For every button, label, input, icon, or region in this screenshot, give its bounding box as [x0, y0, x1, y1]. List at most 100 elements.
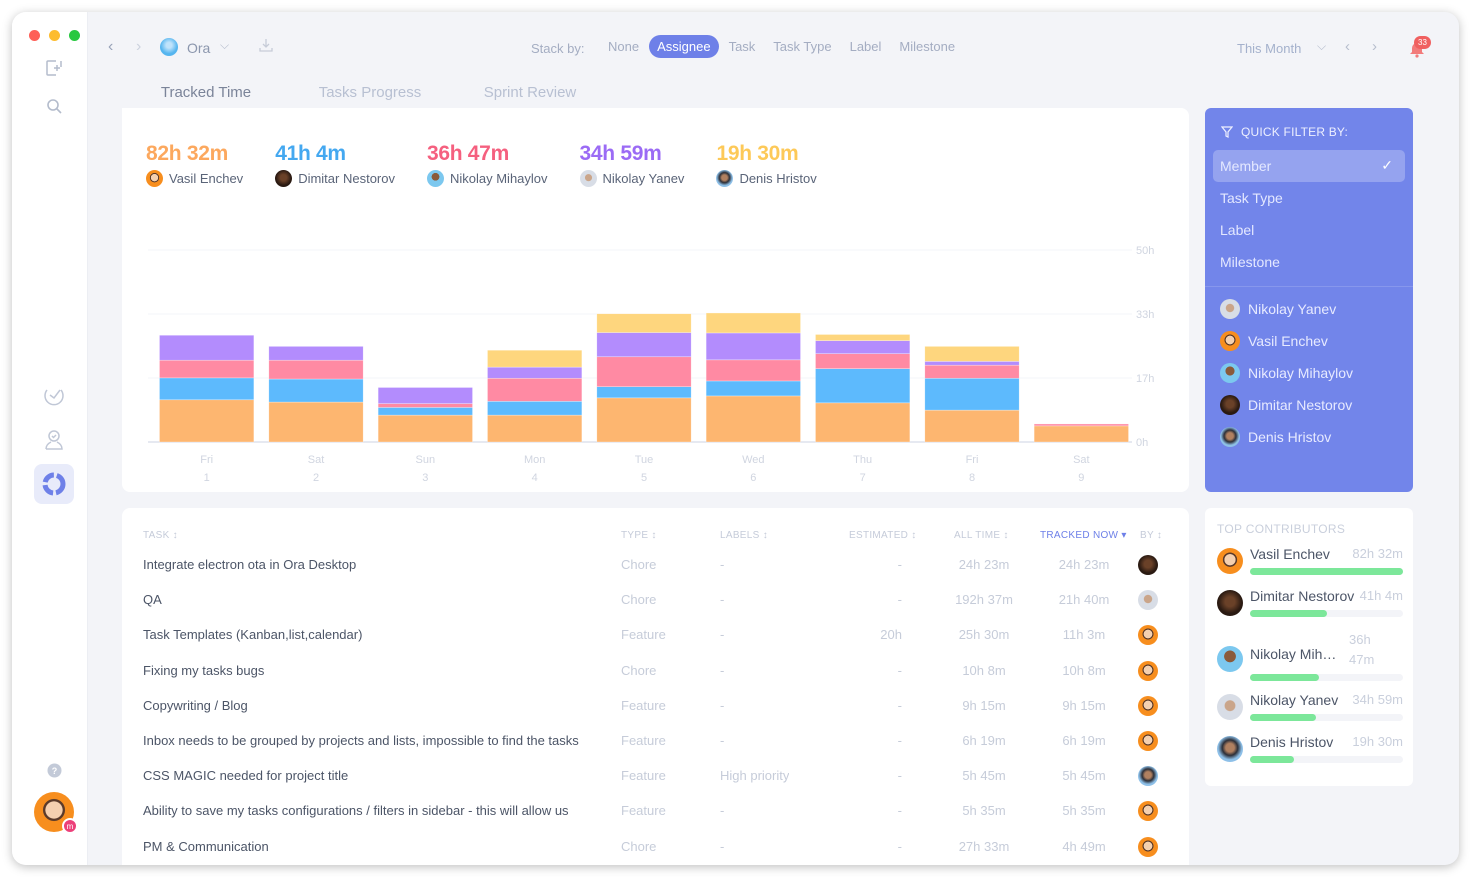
tab-tasks-progress[interactable]: Tasks Progress: [286, 72, 454, 112]
filter-option-milestone[interactable]: Milestone: [1213, 246, 1405, 278]
task-estimated: -: [897, 662, 902, 678]
avatar: [1220, 363, 1240, 383]
stack-option-label[interactable]: Label: [842, 35, 890, 58]
bar-segment: [487, 400, 583, 416]
stack-option-task[interactable]: Task: [721, 35, 764, 58]
bar-segment: [815, 402, 911, 443]
assignee-avatar[interactable]: [1138, 836, 1158, 857]
stack-by-options: None Assignee Task Task Type Label Miles…: [600, 35, 963, 58]
filter-option-task-type[interactable]: Task Type: [1213, 182, 1405, 214]
user-avatar[interactable]: m: [34, 792, 78, 834]
bar-segment: [705, 332, 801, 361]
reports-icon[interactable]: [34, 464, 74, 504]
close-window-button[interactable]: [29, 30, 40, 41]
x-tick-date: 6: [750, 472, 756, 484]
task-labels: -: [720, 627, 725, 643]
next-period-button[interactable]: ›: [1372, 38, 1377, 55]
task-type: Feature: [621, 768, 666, 784]
contributor-item[interactable]: Denis Hristov 19h 30m: [1217, 734, 1403, 766]
filter-option-member[interactable]: Member ✓: [1213, 150, 1405, 182]
table-row[interactable]: Copywriting / Blog Feature - - 9h 15m 9h 15m: [122, 688, 1189, 723]
table-row[interactable]: Integrate electron ota in Ora Desktop Cho…: [122, 547, 1189, 582]
contributor-name: Denis Hristov: [1250, 734, 1334, 750]
avatar: [1217, 736, 1243, 762]
member-name: Vasil Enchev: [1248, 333, 1328, 349]
column-header-labels[interactable]: LABELS ↕: [720, 530, 768, 541]
column-header-task[interactable]: TASK ↕: [143, 530, 178, 541]
stack-option-milestone[interactable]: Milestone: [891, 35, 963, 58]
back-button[interactable]: ‹: [108, 38, 113, 56]
member-vasil-enchev[interactable]: Vasil Enchev: [1220, 330, 1328, 352]
stack-option-assignee[interactable]: Assignee: [649, 35, 719, 58]
column-header-by[interactable]: BY ↕: [1140, 530, 1162, 541]
chevron-down-icon[interactable]: ⌵: [1317, 39, 1326, 54]
assignee-avatar[interactable]: [1138, 731, 1158, 751]
column-header-type[interactable]: TYPE ↕: [621, 530, 657, 541]
download-icon[interactable]: [259, 38, 273, 55]
contributor-item[interactable]: Nikolay Yanev 34h 59m: [1217, 692, 1403, 724]
period-select[interactable]: This Month: [1237, 41, 1301, 56]
table-row[interactable]: Ability to save my tasks configurations …: [122, 793, 1189, 828]
search-icon[interactable]: [34, 86, 74, 126]
task-labels: -: [720, 557, 725, 572]
table-row[interactable]: Fixing my tasks bugs Chore - - 10h 8m 10h 8m: [122, 653, 1189, 688]
bar-segment: [596, 386, 692, 399]
table-row[interactable]: PM & Communication Chore - - 27h 33m 4h 49m: [122, 829, 1189, 864]
contributor-item[interactable]: Vasil Enchev 82h 32m: [1217, 546, 1403, 578]
assignee-avatar[interactable]: [1138, 590, 1158, 611]
column-header-estimated[interactable]: ESTIMATED ↕: [849, 530, 917, 541]
assignee-avatar[interactable]: [1138, 555, 1158, 575]
filter-option-label[interactable]: Label: [1213, 214, 1405, 246]
avatar: [1220, 331, 1240, 351]
assignee-avatar[interactable]: [1138, 625, 1158, 646]
task-tracked-now: 24h 23m: [1058, 557, 1110, 572]
column-header-all-time[interactable]: ALL TIME ↕: [954, 530, 1009, 541]
bar-segment: [705, 380, 801, 397]
assignee-avatar[interactable]: [1138, 766, 1158, 787]
tasks-icon[interactable]: [34, 376, 74, 416]
column-header-tracked-now[interactable]: TRACKED NOW ▾: [1040, 530, 1127, 541]
task-estimated: -: [897, 768, 902, 784]
assignee-avatar[interactable]: [1138, 801, 1158, 822]
tab-tracked-time[interactable]: Tracked Time: [122, 72, 290, 112]
stack-option-task-type[interactable]: Task Type: [765, 35, 839, 58]
forward-button[interactable]: ›: [136, 38, 141, 56]
table-row[interactable]: Task Templates (Kanban,list,calendar) Fea…: [122, 617, 1189, 652]
task-type: Chore: [621, 662, 657, 678]
member-denis-hristov[interactable]: Denis Hristov: [1220, 426, 1331, 448]
maximize-window-button[interactable]: [69, 30, 80, 41]
new-task-icon[interactable]: [34, 48, 74, 88]
task-type: Feature: [621, 733, 666, 748]
bar-segment: [159, 334, 255, 361]
table-row[interactable]: CSS MAGIC needed for project title Featur…: [122, 758, 1189, 793]
task-name: Copywriting / Blog: [143, 697, 248, 713]
contributor-time: 36h 47m: [1349, 632, 1375, 667]
avatar: [1220, 395, 1240, 415]
contributor-item[interactable]: Dimitar Nestorov 41h 4m: [1217, 588, 1403, 620]
help-icon[interactable]: ?: [34, 750, 74, 790]
profile-icon[interactable]: [34, 420, 74, 460]
minimize-window-button[interactable]: [49, 30, 60, 41]
previous-period-button[interactable]: ‹: [1345, 38, 1350, 55]
x-tick-day: Mon: [524, 454, 545, 466]
contributor-progress-track: [1250, 568, 1403, 575]
stack-option-none[interactable]: None: [600, 35, 647, 58]
table-row[interactable]: QA Chore - - 192h 37m 21h 40m: [122, 582, 1189, 617]
avatar: [1217, 646, 1243, 672]
assignee-avatar[interactable]: [1138, 660, 1158, 681]
contributor-item[interactable]: Nikolay Mihaylov 36h 47m: [1217, 632, 1403, 681]
tab-sprint-review[interactable]: Sprint Review: [450, 72, 610, 112]
member-nikolay-yanev[interactable]: Nikolay Yanev: [1220, 298, 1336, 320]
contributor-name: Nikolay Mihaylov: [1250, 646, 1342, 662]
bar-segment: [596, 313, 692, 333]
member-nikolay-mihaylov[interactable]: Nikolay Mihaylov: [1220, 362, 1353, 384]
contributor-progress-fill: [1250, 714, 1316, 721]
member-dimitar-nestorov[interactable]: Dimitar Nestorov: [1220, 394, 1352, 416]
chevron-down-icon[interactable]: ⌵: [220, 38, 229, 53]
bar-segment: [815, 334, 911, 341]
assignee-avatar[interactable]: [1138, 695, 1158, 716]
table-row[interactable]: Inbox needs to be grouped by projects an…: [122, 723, 1189, 758]
task-all-time: 5h 45m: [962, 768, 1006, 784]
workspace-name[interactable]: Ora: [187, 40, 210, 56]
contributor-time: 19h 30m: [1352, 734, 1403, 749]
